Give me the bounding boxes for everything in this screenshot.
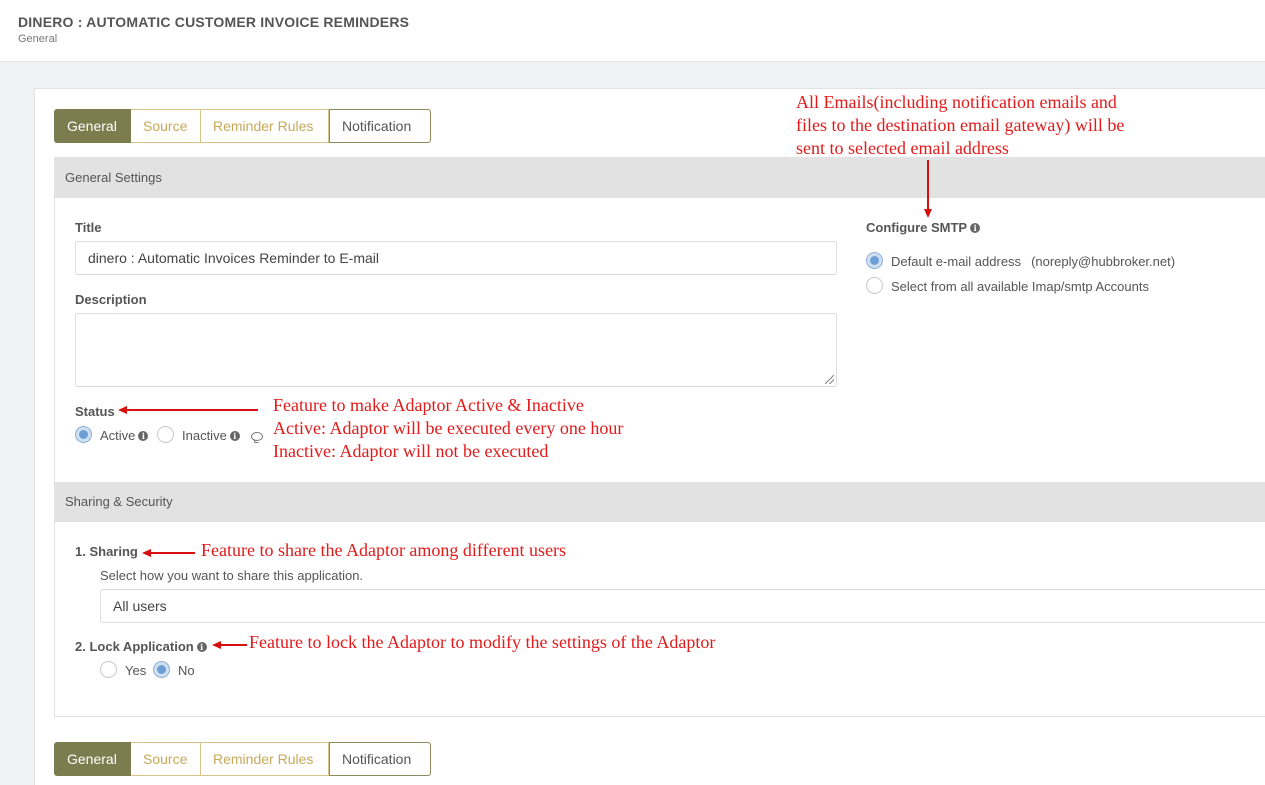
smtp-default-email: (noreply@hubbroker.net) (1031, 254, 1176, 269)
sharing-help-text: Select how you want to share this applic… (100, 568, 364, 583)
smtp-annotation-line: files to the destination email gateway) … (796, 115, 1125, 135)
configure-smtp-text: Configure SMTP (866, 220, 968, 235)
lock-no-radio[interactable] (153, 661, 170, 678)
title-input[interactable]: dinero : Automatic Invoices Reminder to … (75, 241, 837, 275)
tab-bar-top: General Source Reminder Rules Notificati… (54, 109, 431, 143)
status-active-label: Active (100, 428, 136, 443)
lock-no-label: No (178, 663, 195, 678)
status-label: Status (75, 404, 115, 419)
status-arrow (126, 409, 258, 411)
status-inactive-radio[interactable] (157, 426, 174, 443)
status-annotation-line: Active: Adaptor will be executed every o… (273, 418, 624, 438)
tab-source[interactable]: Source (131, 742, 201, 776)
breadcrumb: General (18, 33, 58, 45)
tab-notification[interactable]: Notification (329, 742, 431, 776)
info-icon[interactable]: i (970, 223, 981, 233)
lock-application-text: 2. Lock Application (75, 639, 194, 654)
sharing-security-header: Sharing & Security (55, 482, 1265, 522)
tab-bar-bottom: General Source Reminder Rules Notificati… (54, 742, 431, 776)
lock-application-label: 2. Lock Application i (75, 639, 207, 654)
tab-notification[interactable]: Notification (329, 109, 431, 143)
smtp-default-label: Default e-mail address (891, 254, 1022, 269)
description-label: Description (75, 292, 147, 307)
status-inactive-label: Inactive (182, 428, 227, 443)
status-annotation-line: Inactive: Adaptor will not be executed (273, 441, 549, 461)
smtp-arrow (927, 160, 929, 210)
smtp-annotation-line: sent to selected email address (796, 138, 1009, 158)
description-textarea[interactable] (75, 313, 837, 387)
info-icon[interactable]: i (229, 431, 240, 441)
smtp-default-option: Default e-mail address (noreply@hubbroker… (891, 254, 1175, 269)
tab-general[interactable]: General (54, 109, 131, 143)
status-annotation: Feature to make Adaptor Active & Inactiv… (273, 394, 623, 463)
smtp-default-radio[interactable] (866, 252, 883, 269)
sharing-label: 1. Sharing (75, 544, 138, 559)
tab-reminder-rules[interactable]: Reminder Rules (201, 742, 329, 776)
info-icon[interactable]: i (196, 642, 207, 652)
lock-yes-label: Yes (125, 663, 147, 678)
comment-icon[interactable] (251, 432, 263, 441)
page-title: DINERO : AUTOMATIC CUSTOMER INVOICE REMI… (18, 14, 410, 30)
general-settings-header: General Settings (55, 158, 1265, 198)
sharing-select[interactable]: All users (100, 589, 1265, 623)
smtp-annotation-line: All Emails(including notification emails… (796, 92, 1117, 112)
status-active-option: Active i (100, 428, 149, 443)
status-active-radio[interactable] (75, 426, 92, 443)
smtp-annotation: All Emails(including notification emails… (796, 91, 1124, 160)
lock-arrow (220, 644, 247, 646)
lock-annotation: Feature to lock the Adaptor to modify th… (249, 632, 716, 652)
tab-general[interactable]: General (54, 742, 131, 776)
configure-smtp-label: Configure SMTP i (866, 220, 981, 235)
tab-reminder-rules[interactable]: Reminder Rules (201, 109, 329, 143)
title-label: Title (75, 220, 102, 235)
resize-handle-icon[interactable] (825, 375, 834, 384)
arrow-down-icon (924, 209, 932, 218)
sharing-annotation: Feature to share the Adaptor among diffe… (201, 540, 567, 560)
page-header: DINERO : AUTOMATIC CUSTOMER INVOICE REMI… (0, 0, 1265, 62)
status-annotation-line: Feature to make Adaptor Active & Inactiv… (273, 395, 584, 415)
status-inactive-option: Inactive i (182, 428, 240, 443)
info-icon[interactable]: i (138, 431, 149, 441)
sharing-arrow (150, 552, 195, 554)
lock-yes-radio[interactable] (100, 661, 117, 678)
smtp-select-label: Select from all available Imap/smtp Acco… (891, 279, 1149, 294)
tab-source[interactable]: Source (131, 109, 201, 143)
smtp-select-radio[interactable] (866, 277, 883, 294)
